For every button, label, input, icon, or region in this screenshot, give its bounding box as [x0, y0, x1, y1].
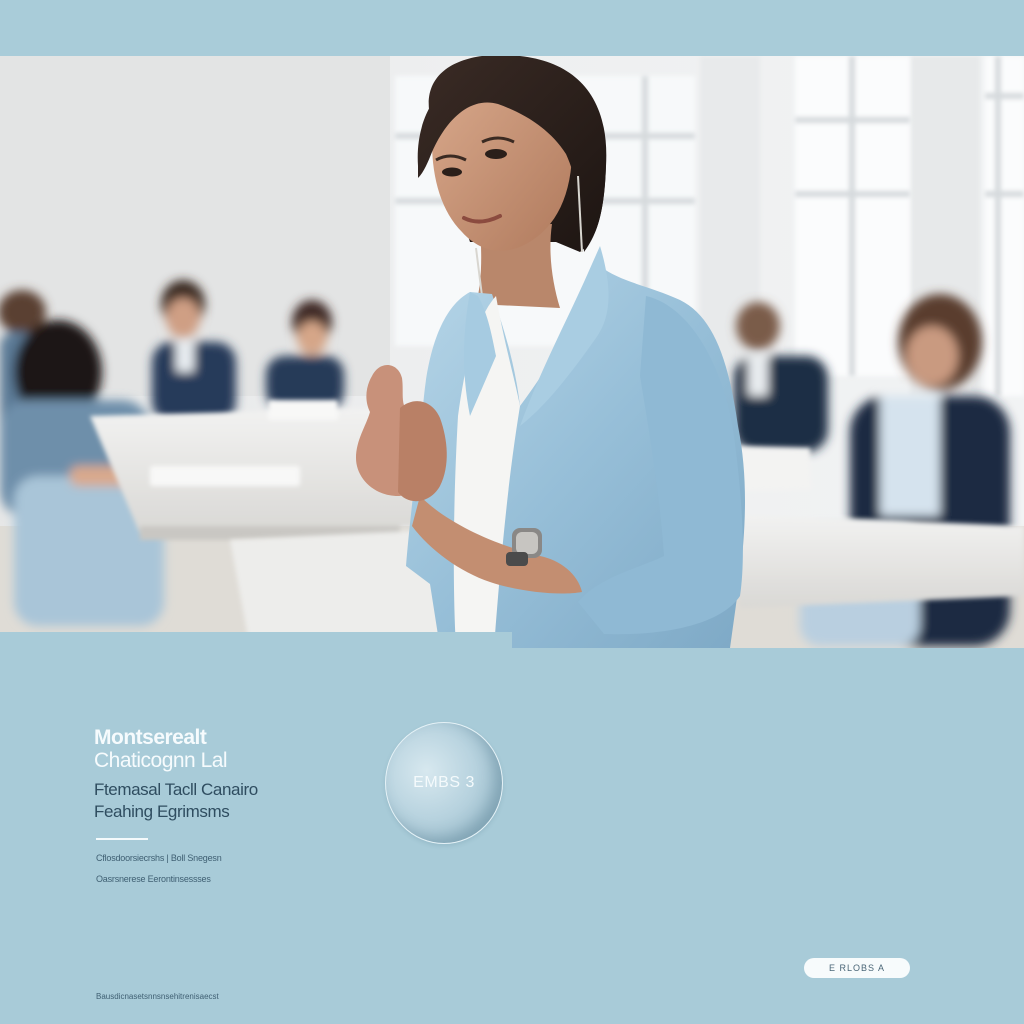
footer-note: Bausdicnasetsnnsnsehitrenisaecst [96, 992, 219, 1001]
meta-line-2: Oasrsnerese Eerontinsessses [96, 874, 211, 884]
subtitle-line-1: Ftemasal Tacll Canairo [94, 780, 258, 799]
title-block: Montserealt Chaticognn Lal Ftemasal Tacl… [94, 726, 354, 823]
meta-line-1: Cflosdoorsiecrshs | Boll Snegesn [96, 853, 222, 863]
hero-image [0, 56, 1024, 648]
top-band [0, 0, 1024, 56]
subtitle-line-2: Feahing Egrimsms [94, 802, 230, 821]
divider-rule [96, 838, 148, 840]
badge-label: EMBS 3 [413, 774, 475, 791]
title-line-2: Chaticognn Lal [94, 749, 228, 772]
badge-circle[interactable]: EMBS 3 [385, 722, 503, 844]
page: Montserealt Chaticognn Lal Ftemasal Tacl… [0, 0, 1024, 1024]
hero-photo-illustration [0, 56, 1024, 648]
title-line-1: Montserealt [94, 726, 207, 749]
cta-pill-button[interactable]: E RLOBS A [804, 958, 910, 978]
hero-bottom-step [0, 632, 512, 648]
